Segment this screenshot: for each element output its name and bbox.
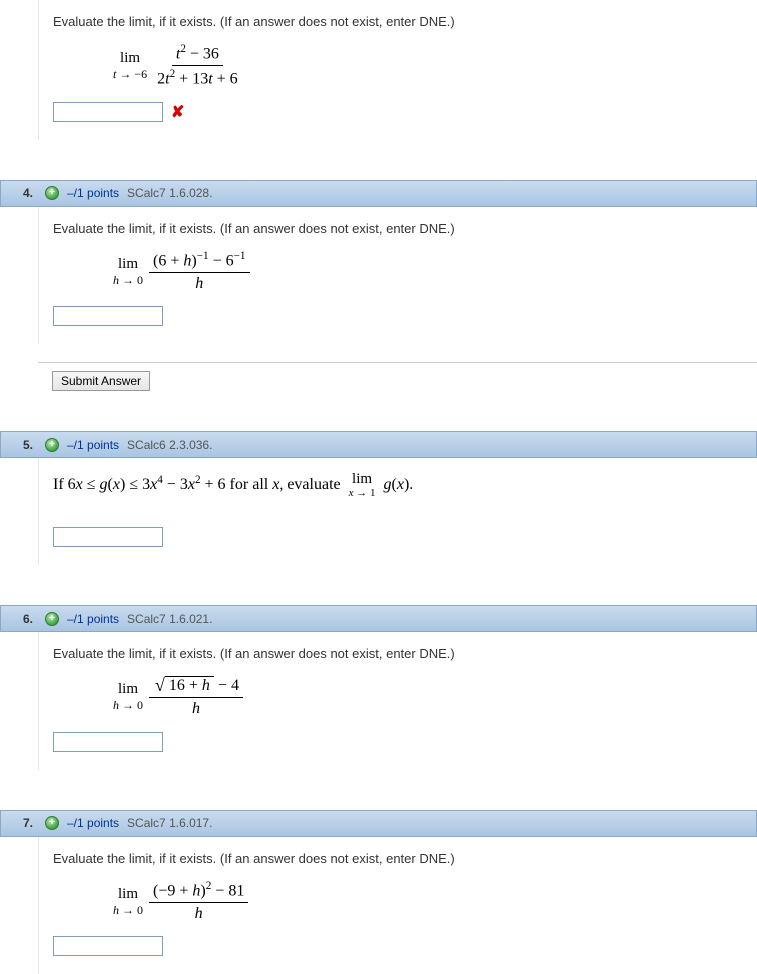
- answer-input[interactable]: [53, 306, 163, 326]
- incorrect-icon: ✘: [171, 102, 184, 122]
- expand-icon[interactable]: [45, 612, 59, 626]
- limit-expression: lim h → 0 (6 + h)−1 − 6−1 h: [113, 250, 250, 293]
- question-body: Evaluate the limit, if it exists. (If an…: [38, 0, 757, 140]
- question-prompt: Evaluate the limit, if it exists. (If an…: [53, 14, 743, 29]
- question-body: If 6x ≤ g(x) ≤ 3x4 − 3x2 + 6 for all x, …: [38, 458, 757, 565]
- question-header: 4. –/1 points SCalc7 1.6.028.: [0, 180, 757, 207]
- submit-button[interactable]: Submit Answer: [52, 371, 150, 391]
- points-link[interactable]: –/1 points: [67, 612, 119, 626]
- limit-expression: lim h → 0 (−9 + h)2 − 81 h: [113, 880, 248, 923]
- question-header: 7. –/1 points SCalc7 1.6.017.: [0, 810, 757, 837]
- question-prompt: Evaluate the limit, if it exists. (If an…: [53, 221, 743, 236]
- expand-icon[interactable]: [45, 816, 59, 830]
- question-prompt: Evaluate the limit, if it exists. (If an…: [53, 646, 743, 661]
- limit-expression: lim x → 1: [349, 472, 376, 499]
- question-number: 5.: [7, 438, 37, 452]
- limit-expression: lim t → −6 t2 − 36 2t2 + 13t + 6: [113, 43, 242, 88]
- question-fragment-top: Evaluate the limit, if it exists. (If an…: [0, 0, 757, 140]
- answer-input[interactable]: [53, 732, 163, 752]
- question-7: 7. –/1 points SCalc7 1.6.017. Evaluate t…: [0, 810, 757, 974]
- question-ref: SCalc7 1.6.028.: [127, 186, 212, 200]
- question-number: 4.: [7, 186, 37, 200]
- points-link[interactable]: –/1 points: [67, 438, 119, 452]
- answer-input[interactable]: [53, 936, 163, 956]
- question-body: Evaluate the limit, if it exists. (If an…: [38, 632, 757, 769]
- question-ref: SCalc7 1.6.017.: [127, 816, 212, 830]
- question-ref: SCalc7 1.6.021.: [127, 612, 212, 626]
- question-body: Evaluate the limit, if it exists. (If an…: [38, 207, 757, 345]
- question-5: 5. –/1 points SCalc6 2.3.036. If 6x ≤ g(…: [0, 431, 757, 565]
- expand-icon[interactable]: [45, 438, 59, 452]
- question-ref: SCalc6 2.3.036.: [127, 438, 212, 452]
- points-link[interactable]: –/1 points: [67, 816, 119, 830]
- expand-icon[interactable]: [45, 186, 59, 200]
- question-header: 5. –/1 points SCalc6 2.3.036.: [0, 431, 757, 458]
- question-4: 4. –/1 points SCalc7 1.6.028. Evaluate t…: [0, 180, 757, 392]
- answer-input[interactable]: [53, 527, 163, 547]
- question-prompt: If 6x ≤ g(x) ≤ 3x4 − 3x2 + 6 for all x, …: [53, 472, 413, 499]
- answer-input[interactable]: [53, 102, 163, 122]
- question-6: 6. –/1 points SCalc7 1.6.021. Evaluate t…: [0, 605, 757, 769]
- question-prompt: Evaluate the limit, if it exists. (If an…: [53, 851, 743, 866]
- points-link[interactable]: –/1 points: [67, 186, 119, 200]
- question-number: 6.: [7, 612, 37, 626]
- question-header: 6. –/1 points SCalc7 1.6.021.: [0, 605, 757, 632]
- question-body: Evaluate the limit, if it exists. (If an…: [38, 837, 757, 974]
- limit-expression: lim h → 0 16 + h − 4 h: [113, 675, 243, 717]
- question-number: 7.: [7, 816, 37, 830]
